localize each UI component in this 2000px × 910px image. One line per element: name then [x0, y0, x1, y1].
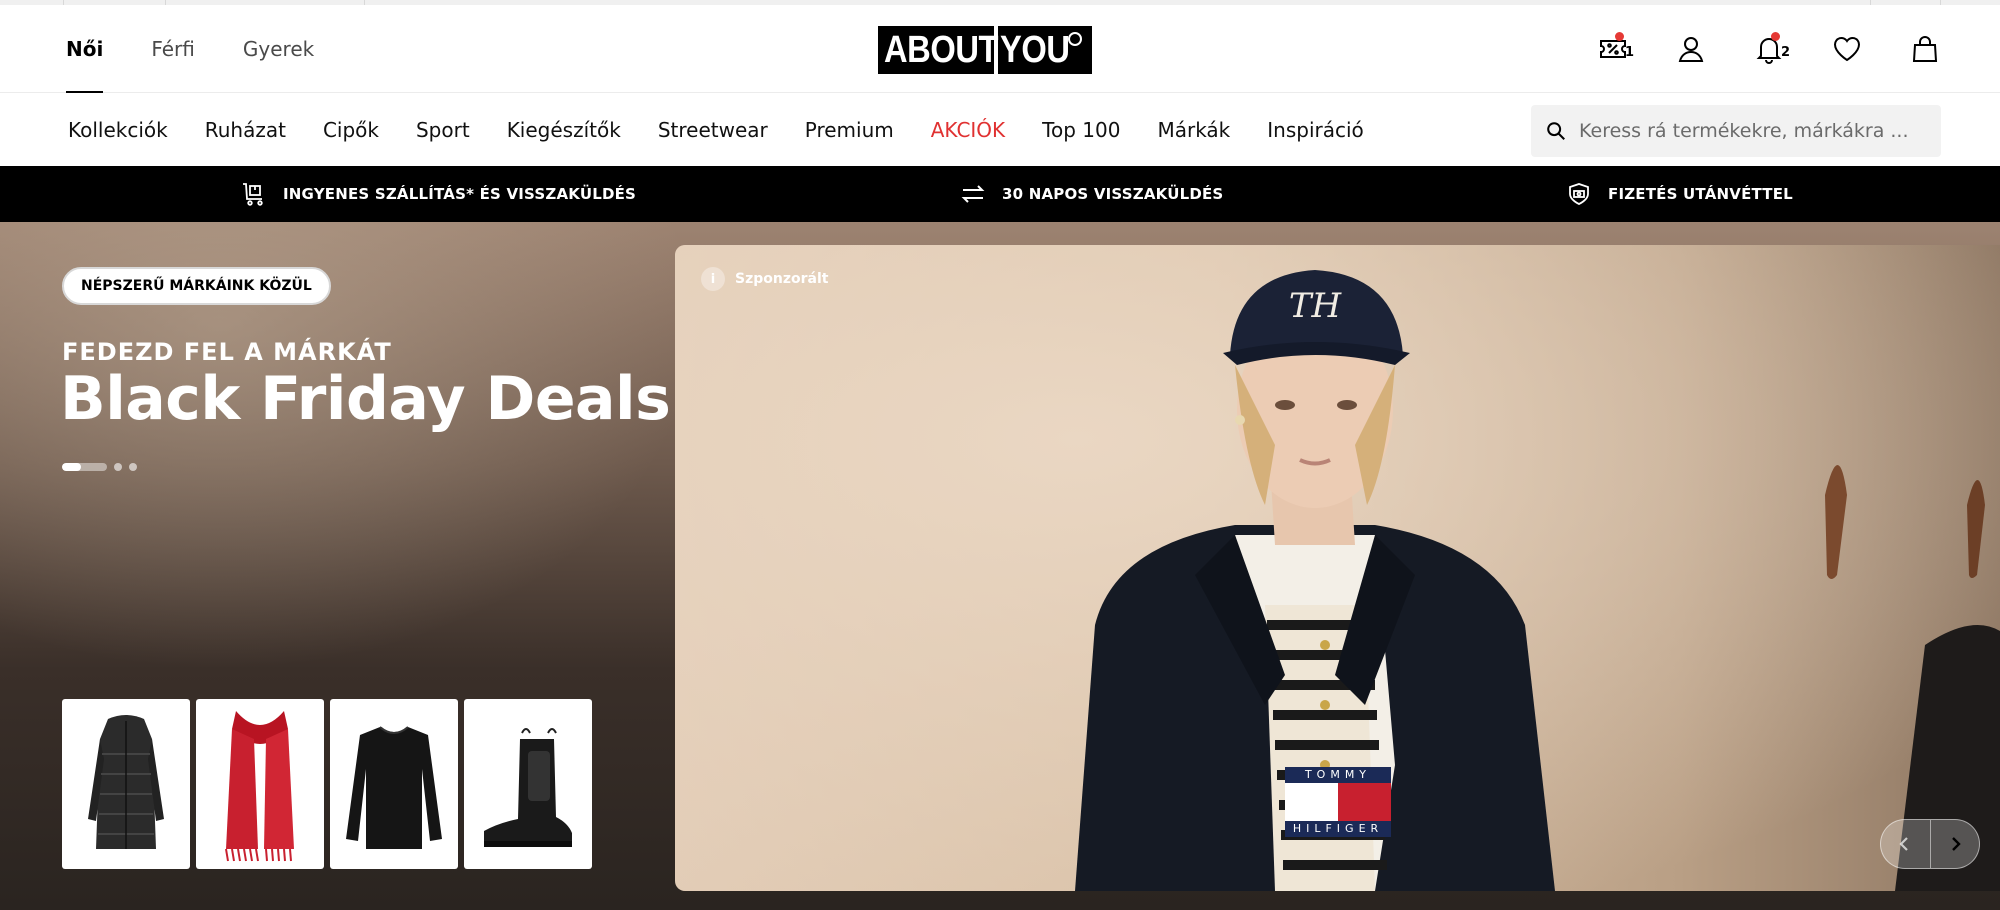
cash-on-delivery-icon	[1569, 183, 1589, 205]
carousel-next-button[interactable]	[1929, 820, 1980, 868]
product-card-sweater[interactable]	[330, 699, 458, 869]
pager-dot[interactable]	[129, 463, 137, 471]
category-accessories[interactable]: Kiegészítők	[507, 118, 621, 142]
usp-returns-text: 30 NAPOS VISSZAKÜLDÉS	[1002, 185, 1224, 203]
usp-free-shipping[interactable]: INGYENES SZÁLLÍTÁS* ÉS VISSZAKÜLDÉS	[241, 166, 636, 222]
product-card-coat[interactable]	[62, 699, 190, 869]
tommy-hilfiger-logo[interactable]: TOMMY HILFIGER	[1285, 767, 1391, 837]
category-clothing[interactable]: Ruházat	[205, 118, 286, 142]
info-icon: i	[701, 267, 725, 291]
return-arrows-icon	[961, 185, 985, 203]
product-card-scarf[interactable]	[196, 699, 324, 869]
category-premium[interactable]: Premium	[805, 118, 894, 142]
logo-ring-mark	[1068, 32, 1082, 46]
wishlist-heart-icon	[1833, 36, 1861, 62]
black-puffer-coat-thumbnail	[88, 715, 164, 849]
product-card-boot[interactable]	[464, 699, 592, 869]
category-list: Kollekciók Ruházat Cipők Sport Kiegészít…	[68, 93, 1364, 166]
category-nav: Kollekciók Ruházat Cipők Sport Kiegészít…	[0, 93, 2000, 166]
notifications-button[interactable]: 2	[1750, 31, 1790, 67]
gender-nav: Női Férfi Gyerek	[66, 5, 314, 94]
tab-kids[interactable]: Gyerek	[243, 5, 314, 93]
chevron-left-icon	[1899, 837, 1909, 851]
bag-button[interactable]	[1906, 31, 1944, 67]
delivery-cart-icon	[243, 183, 263, 206]
usp-free-shipping-text: INGYENES SZÁLLÍTÁS* ÉS VISSZAKÜLDÉS	[283, 185, 637, 203]
hero-eyebrow: FEDEZD FEL A MÁRKÁT	[62, 338, 392, 366]
svg-text:TH: TH	[1289, 286, 1343, 326]
voucher-count: 1	[1624, 45, 1634, 60]
category-top-100[interactable]: Top 100	[1042, 118, 1120, 142]
hero-banner: NÉPSZERŰ MÁRKÁINK KÖZÜL FEDEZD FEL A MÁR…	[0, 222, 2000, 910]
wishlist-button[interactable]	[1828, 31, 1866, 67]
sponsored-text: Szponzorált	[735, 271, 829, 287]
search-box[interactable]	[1531, 105, 1941, 157]
usp-cod-text: FIZETÉS UTÁNVÉTTEL	[1608, 185, 1793, 203]
logo-text-about: ABOUT	[884, 29, 999, 71]
pager-active-slide[interactable]	[62, 463, 107, 471]
black-sweater-thumbnail	[346, 726, 442, 849]
brand-name-bottom: HILFIGER	[1285, 821, 1391, 837]
notification-badge-dot	[1771, 32, 1780, 41]
brand-flag	[1285, 783, 1391, 821]
brand-name-top: TOMMY	[1285, 767, 1391, 783]
popular-brands-pill[interactable]: NÉPSZERŰ MÁRKÁINK KÖZÜL	[62, 267, 331, 305]
category-shoes[interactable]: Cipők	[323, 118, 379, 142]
red-scarf-thumbnail	[225, 711, 294, 862]
category-inspiration[interactable]: Inspiráció	[1267, 118, 1364, 142]
voucher-badge-dot	[1615, 32, 1624, 41]
notification-count: 2	[1780, 45, 1790, 60]
voucher-button[interactable]: 1	[1594, 31, 1634, 67]
category-streetwear[interactable]: Streetwear	[658, 118, 768, 142]
account-icon	[1678, 37, 1704, 62]
tab-women[interactable]: Női	[66, 5, 104, 94]
slide-pager	[62, 463, 137, 471]
logo-text-you: YOU	[1000, 29, 1070, 71]
about-you-logo[interactable]: ABOUT YOU	[878, 26, 1092, 74]
search-input[interactable]	[1579, 120, 1939, 142]
chevron-right-icon	[1951, 837, 1961, 851]
black-chelsea-boot-thumbnail	[484, 728, 572, 847]
category-sale[interactable]: AKCIÓK	[931, 118, 1005, 142]
category-brands[interactable]: Márkák	[1157, 118, 1230, 142]
usp-30-day-returns[interactable]: 30 NAPOS VISSZAKÜLDÉS	[960, 166, 1223, 222]
tab-men[interactable]: Férfi	[151, 5, 195, 93]
shopping-bag-icon	[1912, 36, 1938, 62]
hero-headline[interactable]: Black Friday Deals	[60, 364, 671, 434]
account-button[interactable]	[1672, 31, 1710, 67]
product-thumbnails	[62, 699, 592, 869]
header-actions: 1 2	[1594, 31, 1944, 67]
carousel-controls	[1880, 819, 1980, 869]
category-sport[interactable]: Sport	[416, 118, 470, 142]
sponsored-label[interactable]: i Szponzorált	[701, 267, 828, 291]
category-collections[interactable]: Kollekciók	[68, 118, 168, 142]
site-header: Női Férfi Gyerek ABOUT YOU 1 2	[0, 5, 2000, 94]
search-icon	[1547, 122, 1565, 140]
carousel-prev-button[interactable]	[1881, 820, 1930, 868]
pager-dot[interactable]	[114, 463, 122, 471]
usp-cash-on-delivery[interactable]: FIZETÉS UTÁNVÉTTEL	[1566, 166, 1793, 222]
usp-bar: INGYENES SZÁLLÍTÁS* ÉS VISSZAKÜLDÉS 30 N…	[0, 166, 2000, 222]
